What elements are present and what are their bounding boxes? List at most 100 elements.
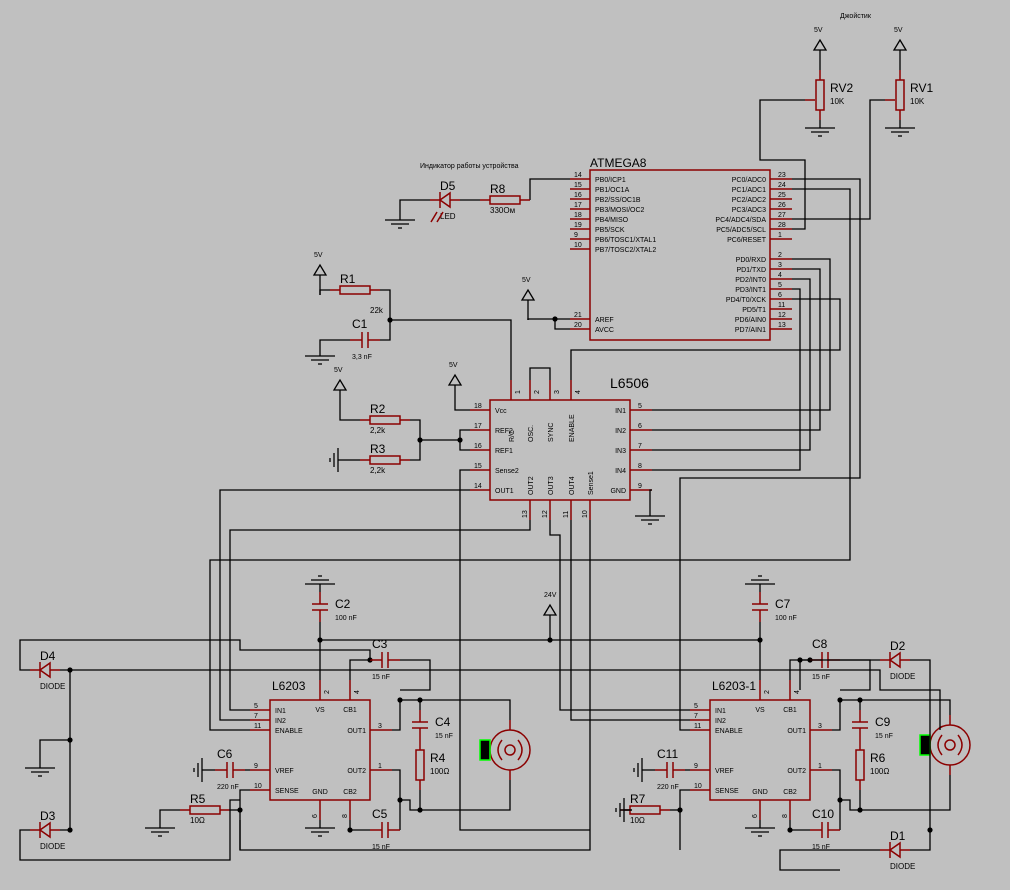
pin-number: 9 <box>574 232 578 239</box>
power-terminal: 5V <box>447 362 463 405</box>
value-label: 100Ω <box>870 767 889 776</box>
value-label: 15 nF <box>812 674 830 681</box>
resistor-R4: R4 100Ω <box>415 740 449 790</box>
pin-number: 8 <box>638 463 642 470</box>
pin-number: 26 <box>778 202 786 209</box>
pin-number: 1 <box>818 763 822 770</box>
pin-name: PB2/SS/OC1B <box>595 197 641 204</box>
pin-number: 4 <box>354 690 361 694</box>
wire <box>19 639 371 671</box>
ref-label: R3 <box>370 442 386 456</box>
power-arrow-icon <box>542 603 558 616</box>
probe-indicator[interactable] <box>919 734 931 756</box>
pin-name: OUT3 <box>548 476 555 495</box>
pin-number: 10 <box>694 783 702 790</box>
pin-name: IN4 <box>615 468 626 475</box>
joystick-label: Джойстик <box>840 12 872 20</box>
wire <box>860 699 951 715</box>
pin-number: 9 <box>254 763 258 770</box>
pin-number: 13 <box>522 510 529 518</box>
value-label: 100 nF <box>335 615 357 622</box>
resistor-body <box>855 749 865 781</box>
wire <box>570 520 690 721</box>
pin-name: AVCC <box>595 327 614 334</box>
resistor-body <box>415 749 425 781</box>
pin-name: REF1 <box>495 448 513 455</box>
ref-label: R4 <box>430 751 446 765</box>
pin-name: PC5/ADC5/SCL <box>716 227 766 234</box>
resistor-body <box>189 805 221 815</box>
motor-left <box>479 720 531 780</box>
probe-indicator[interactable] <box>479 739 491 761</box>
junction-dot <box>67 737 73 743</box>
pin-name: Sense1 <box>588 471 595 495</box>
ref-label: R1 <box>340 272 356 286</box>
capacitor-C7: C7 100 nF <box>752 592 797 622</box>
pin-number: 9 <box>638 483 642 490</box>
wire <box>454 405 470 411</box>
value-label: 15 nF <box>372 844 390 851</box>
value-label: 15 nF <box>435 733 453 740</box>
wire <box>430 211 438 223</box>
value-label: 330Ом <box>490 206 515 215</box>
junction-dot <box>387 317 393 323</box>
value-label: 100 nF <box>775 615 797 622</box>
wire <box>420 699 511 720</box>
ground-symbol <box>145 820 175 837</box>
wire <box>39 739 70 760</box>
ground-symbol <box>385 212 415 229</box>
wire <box>529 367 551 380</box>
wire <box>60 669 71 831</box>
pin-name: IN1 <box>275 708 286 715</box>
pin-number: 27 <box>778 212 786 219</box>
pin-number: 12 <box>542 510 549 518</box>
pin-number: 23 <box>778 172 786 179</box>
pin-name: IN2 <box>275 718 286 725</box>
pin-name: PD0/RXD <box>736 257 766 264</box>
value-label: 22k <box>370 306 384 315</box>
diode-D5: D5LED <box>430 179 460 221</box>
pin-number: 4 <box>778 272 782 279</box>
capacitor-C8: C8 15 nF <box>810 637 840 681</box>
chip-title: L6506 <box>610 375 649 391</box>
pin-name: ENABLE <box>715 728 743 735</box>
value-label: 2,2k <box>370 426 386 435</box>
capacitor-C1: C1 3,3 nF <box>350 317 380 361</box>
value-label: 10Ω <box>630 816 645 825</box>
wire <box>649 489 652 508</box>
power-arrow-icon <box>447 373 463 386</box>
ref-label: C7 <box>775 597 791 611</box>
pin-number: 10 <box>582 510 589 518</box>
pin-name: IN2 <box>615 428 626 435</box>
junction-dot <box>927 827 933 833</box>
pin-name: PC2/ADC2 <box>732 197 766 204</box>
chip-l6506: L65061R/C2OSC.3SYNC4ENABLE18Vcc17REF216R… <box>470 375 652 520</box>
pin-name: CB2 <box>343 789 357 796</box>
value-label: 2,2k <box>370 466 386 475</box>
motor-circle-icon <box>929 724 971 766</box>
diode-triangle-icon <box>38 661 51 679</box>
wire <box>679 789 690 850</box>
power-arrow-icon <box>812 38 828 51</box>
ref-label: R5 <box>190 792 206 806</box>
capacitor-C4: C4 15 nF <box>412 710 453 740</box>
value-label: DIODE <box>890 672 915 681</box>
motor-circle-icon <box>489 729 531 771</box>
diode-triangle-icon <box>888 651 901 669</box>
ref-label: RV2 <box>830 81 853 95</box>
value-label: 10K <box>910 97 925 106</box>
ground-symbol <box>633 758 650 782</box>
pin-name: SYNC <box>548 423 555 442</box>
pin-number: 17 <box>574 202 582 209</box>
pin-name: PD5/T1 <box>742 307 766 314</box>
ground-symbol <box>635 508 665 525</box>
power-arrow-icon <box>312 263 328 276</box>
capacitor-C9: C9 15 nF <box>852 710 893 740</box>
wire <box>319 289 330 295</box>
pin-number: 2 <box>534 390 541 394</box>
pin-name: PD7/AIN1 <box>735 327 766 334</box>
ground-symbol <box>305 348 335 365</box>
schematic-canvas[interactable]: ATMEGA814PB0/ICP115PB1/OC1A16PB2/SS/OC1B… <box>0 0 1010 890</box>
power-label: 5V <box>814 27 823 34</box>
resistor-R1: R1 22k <box>330 272 384 315</box>
